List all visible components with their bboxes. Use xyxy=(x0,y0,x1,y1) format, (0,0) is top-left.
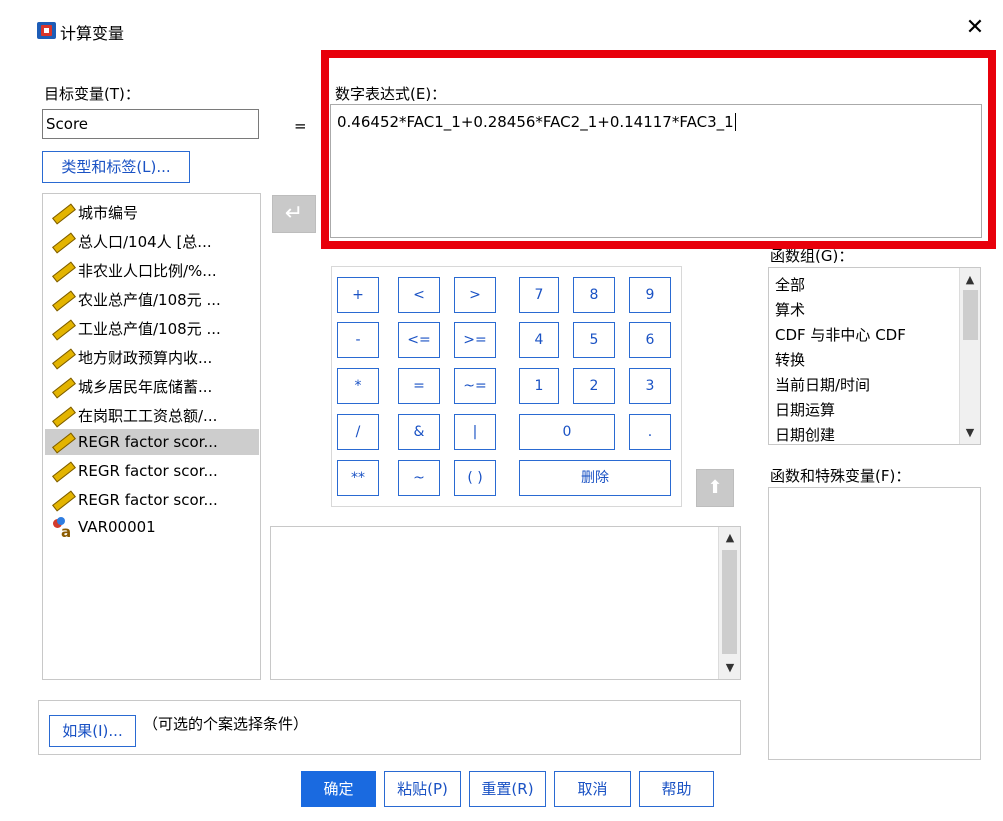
cancel-button[interactable]: 取消 xyxy=(554,771,631,807)
scale-ruler-icon xyxy=(51,349,73,365)
list-item[interactable]: 日期运算 xyxy=(775,399,835,420)
key-0[interactable]: 0 xyxy=(519,414,615,450)
scale-ruler-icon xyxy=(51,291,73,307)
list-item[interactable]: 城市编号 xyxy=(51,200,261,226)
list-item[interactable]: 城乡居民年底储蓄... xyxy=(51,374,261,400)
equals-sign: = xyxy=(294,117,307,135)
key-less-equal[interactable]: <= xyxy=(398,322,440,358)
key-dot[interactable]: . xyxy=(629,414,671,450)
ok-button[interactable]: 确定 xyxy=(301,771,376,807)
app-calculator-icon xyxy=(37,22,56,39)
list-item[interactable]: 全部 xyxy=(775,274,805,295)
paste-button[interactable]: 粘贴(P) xyxy=(384,771,461,807)
list-item[interactable]: 在岗职工工资总额/... xyxy=(51,403,261,429)
list-item[interactable]: 工业总产值/108元 ... xyxy=(51,316,261,342)
scale-ruler-icon xyxy=(51,407,73,423)
key-7[interactable]: 7 xyxy=(519,277,559,313)
key-8[interactable]: 8 xyxy=(573,277,615,313)
window-title: 计算变量 xyxy=(60,24,125,43)
function-description-panel: ▲ ▼ xyxy=(270,526,741,680)
list-item[interactable]: 当前日期/时间 xyxy=(775,374,870,395)
if-condition-hint: （可选的个案选择条件） xyxy=(143,715,309,733)
list-item[interactable]: CDF 与非中心 CDF xyxy=(775,324,906,345)
list-item[interactable]: REGR factor scor... xyxy=(51,487,261,513)
scroll-thumb[interactable] xyxy=(963,290,978,340)
target-variable-label: 目标变量(T)： xyxy=(44,85,140,103)
variable-list[interactable]: 城市编号 总人口/104人 [总... 非农业人口比例/%... 农业总产值/1… xyxy=(42,193,261,680)
key-parentheses[interactable]: ( ) xyxy=(454,460,496,496)
close-icon[interactable]: ✕ xyxy=(962,15,988,40)
key-4[interactable]: 4 xyxy=(519,322,559,358)
nominal-string-icon: a xyxy=(51,517,73,540)
insert-function-button[interactable]: ⬆ xyxy=(696,469,734,507)
key-6[interactable]: 6 xyxy=(629,322,671,358)
scroll-thumb[interactable] xyxy=(722,550,737,654)
scale-ruler-icon xyxy=(51,433,73,449)
move-to-expression-button[interactable]: ↵ xyxy=(272,195,316,233)
key-multiply[interactable]: * xyxy=(337,368,379,404)
return-arrow-icon: ↵ xyxy=(284,201,304,226)
scale-ruler-icon xyxy=(51,262,73,278)
calculator-keypad: + < > 7 8 9 - <= >= 4 5 6 * = ~= 1 2 3 /… xyxy=(331,266,682,507)
type-and-label-button[interactable]: 类型和标签(L)... xyxy=(42,151,190,183)
reset-button[interactable]: 重置(R) xyxy=(469,771,546,807)
key-equal[interactable]: = xyxy=(398,368,440,404)
key-2[interactable]: 2 xyxy=(573,368,615,404)
list-item[interactable]: 总人口/104人 [总... xyxy=(51,229,261,255)
key-9[interactable]: 9 xyxy=(629,277,671,313)
scroll-up-icon[interactable]: ▲ xyxy=(722,530,738,546)
highlight-box xyxy=(321,50,996,249)
key-or[interactable]: | xyxy=(454,414,496,450)
scale-ruler-icon xyxy=(51,320,73,336)
list-item[interactable]: 转换 xyxy=(775,349,805,370)
list-item[interactable]: 农业总产值/108元 ... xyxy=(51,287,261,313)
key-divide[interactable]: / xyxy=(337,414,379,450)
scale-ruler-icon xyxy=(51,491,73,507)
key-greater-equal[interactable]: >= xyxy=(454,322,496,358)
key-minus[interactable]: - xyxy=(337,322,379,358)
functions-special-label: 函数和特殊变量(F)： xyxy=(770,467,911,485)
key-and[interactable]: & xyxy=(398,414,440,450)
list-item[interactable]: 非农业人口比例/%... xyxy=(51,258,261,284)
scroll-up-icon[interactable]: ▲ xyxy=(962,272,978,288)
key-plus[interactable]: + xyxy=(337,277,379,313)
scroll-down-icon[interactable]: ▼ xyxy=(962,425,978,441)
list-item[interactable]: a VAR00001 xyxy=(51,514,261,540)
key-5[interactable]: 5 xyxy=(573,322,615,358)
key-not-equal[interactable]: ~= xyxy=(454,368,496,404)
list-item[interactable]: 地方财政预算内收... xyxy=(51,345,261,371)
key-not[interactable]: ~ xyxy=(398,460,440,496)
description-scrollbar[interactable]: ▲ ▼ xyxy=(718,527,740,679)
scale-ruler-icon xyxy=(51,462,73,478)
key-3[interactable]: 3 xyxy=(629,368,671,404)
function-group-scrollbar[interactable]: ▲ ▼ xyxy=(959,268,980,444)
help-button[interactable]: 帮助 xyxy=(639,771,714,807)
key-less-than[interactable]: < xyxy=(398,277,440,313)
key-greater-than[interactable]: > xyxy=(454,277,496,313)
scale-ruler-icon xyxy=(51,233,73,249)
key-power[interactable]: ** xyxy=(337,460,379,496)
list-item-selected[interactable]: REGR factor scor... xyxy=(45,429,259,455)
if-condition-panel: 如果(I)... （可选的个案选择条件） xyxy=(38,700,741,755)
list-item[interactable]: 算术 xyxy=(775,299,805,320)
key-delete[interactable]: 删除 xyxy=(519,460,671,496)
scale-ruler-icon xyxy=(51,204,73,220)
target-variable-input[interactable]: Score xyxy=(42,109,259,139)
scale-ruler-icon xyxy=(51,378,73,394)
function-group-list[interactable]: 全部 算术 CDF 与非中心 CDF 转换 当前日期/时间 日期运算 日期创建 … xyxy=(768,267,981,445)
list-item[interactable]: REGR factor scor... xyxy=(51,458,261,484)
functions-special-list[interactable] xyxy=(768,487,981,760)
key-1[interactable]: 1 xyxy=(519,368,559,404)
scroll-down-icon[interactable]: ▼ xyxy=(722,660,738,676)
list-item[interactable]: 日期创建 xyxy=(775,424,835,445)
if-button[interactable]: 如果(I)... xyxy=(49,715,136,747)
up-arrow-icon: ⬆ xyxy=(707,477,723,498)
